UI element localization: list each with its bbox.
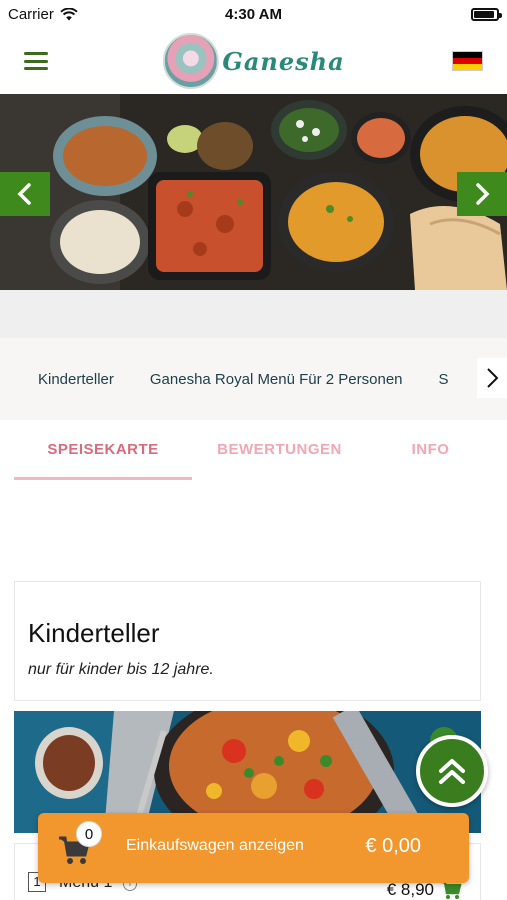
tab-bewertungen[interactable]: BEWERTUNGEN [192, 420, 367, 480]
item-price: € 8,90 [386, 880, 434, 899]
add-to-cart-icon[interactable] [440, 880, 462, 900]
tab-info[interactable]: INFO [367, 420, 494, 480]
chevron-right-icon [487, 368, 499, 388]
food-hero-image [0, 94, 507, 290]
carrier-label: Carrier [8, 5, 54, 23]
carousel-prev-button[interactable] [0, 172, 50, 216]
logo[interactable]: Ganesha [162, 28, 344, 94]
tab-speisekarte[interactable]: SPEISEKARTE [14, 420, 192, 480]
menu-icon[interactable] [24, 52, 48, 70]
status-left: Carrier [8, 6, 78, 23]
section-title: Kinderteller [28, 618, 160, 648]
category-royal-menu[interactable]: Ganesha Royal Menü Für 2 Personen [150, 371, 403, 388]
view-cart-button[interactable]: 0 Einkaufswagen anzeigen € 0,00 [38, 813, 469, 883]
category-next-partial[interactable]: S [439, 371, 449, 388]
cart-label: Einkaufswagen anzeigen [126, 837, 304, 854]
german-flag-icon[interactable] [452, 51, 483, 71]
status-bar: Carrier 4:30 AM [0, 0, 507, 28]
app-header: Ganesha [0, 28, 507, 94]
carousel-next-button[interactable] [457, 172, 507, 216]
flag-stripe-gold [453, 64, 482, 70]
chevron-left-icon [17, 183, 31, 205]
section-header: Kinderteller nur für kinder bis 12 jahre… [14, 581, 481, 701]
chevron-right-icon [476, 183, 490, 205]
app-screen: Carrier 4:30 AM Ganesha Kinderteller Gan… [0, 0, 507, 900]
section-subtitle: nur für kinder bis 12 jahre. [28, 661, 214, 678]
wifi-icon [60, 7, 78, 20]
cart-count-badge: 0 [76, 821, 102, 847]
ganesha-emblem-icon [162, 33, 219, 89]
category-strip: Kinderteller Ganesha Royal Menü Für 2 Pe… [0, 338, 507, 420]
hero-carousel[interactable] [0, 94, 507, 290]
category-scroll-button[interactable] [477, 358, 507, 398]
cart-total: € 0,00 [365, 835, 421, 857]
category-list: Kinderteller Ganesha Royal Menü Für 2 Pe… [38, 338, 449, 420]
double-chevron-up-icon [439, 759, 465, 784]
spacer-band [0, 290, 507, 338]
battery-fill [474, 10, 494, 18]
logo-text: Ganesha [222, 46, 345, 76]
battery-icon [471, 7, 502, 21]
scroll-to-top-button[interactable] [416, 735, 488, 807]
tab-bar: SPEISEKARTE BEWERTUNGEN INFO [14, 420, 494, 480]
category-kinderteller[interactable]: Kinderteller [38, 371, 114, 388]
